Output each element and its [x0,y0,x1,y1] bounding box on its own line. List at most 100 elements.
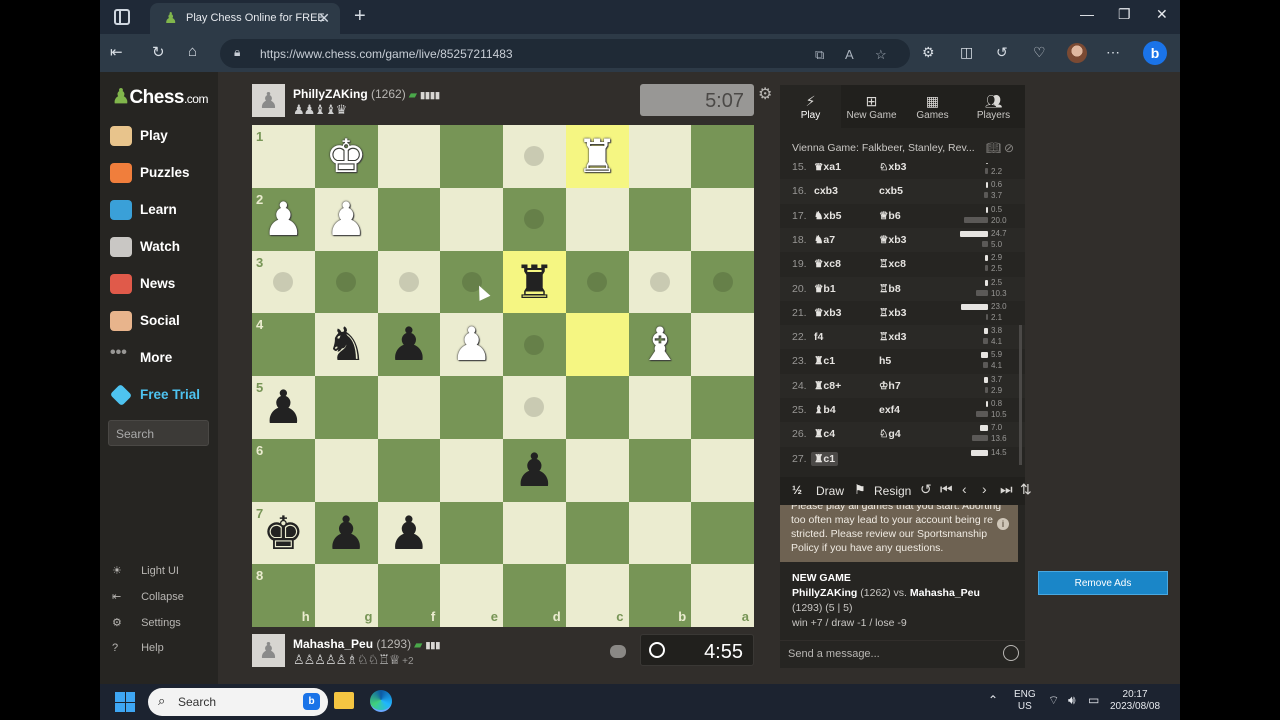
favorite-star-icon[interactable]: ☆ [875,47,887,63]
board-square[interactable] [314,250,378,314]
url-bar[interactable]: 🔒︎ https://www.chess.com/game/live/85257… [220,39,910,68]
black-move[interactable]: ♖b8 [879,283,901,295]
black-move[interactable]: ♘xb3 [879,163,907,173]
board-square[interactable]: ♟ [314,187,378,251]
extensions-icon[interactable]: ⚙ [922,44,935,61]
board-square[interactable]: ♟ [440,313,503,376]
board-square[interactable]: 5 ♟ [252,376,315,439]
board-square[interactable]: 4 [252,313,315,376]
board-square[interactable]: ♟ [314,501,378,565]
chess-piece[interactable]: ♜ [503,251,566,314]
new-tab-button[interactable]: + [354,5,366,28]
file-explorer-icon[interactable] [334,692,354,709]
board-square[interactable]: ♜ [565,125,629,188]
refresh-icon[interactable]: ↻ [152,43,165,61]
board-square[interactable]: 6 [252,438,315,502]
white-move[interactable]: ♜c1 [811,451,839,466]
black-move[interactable]: cxb5 [879,185,903,197]
board-square[interactable] [377,438,441,502]
board-square[interactable]: g [314,564,378,627]
chess-board[interactable]: 1 ♚ ♜ 2 ♟ ♟ 3 ♜ 4 ♞ ♟ ♟ ♝ 5 ♟ 6 ♟ 7 ♚ ♟ ♟ 8 h g f e d c b a [252,125,754,627]
light-ui-toggle[interactable]: ☀ Light UI [112,564,179,577]
move-hint-dot[interactable] [649,271,670,292]
windows-start-icon[interactable] [115,692,135,712]
edge-browser-icon[interactable] [370,690,392,712]
settings-link[interactable]: ⚙ Settings [112,616,181,629]
board-square[interactable] [565,501,629,565]
chess-piece[interactable]: ♟ [252,188,315,251]
board-square[interactable]: a [691,564,754,627]
board-square[interactable] [691,438,754,502]
nav-free-trial[interactable]: Free Trial [109,383,210,409]
black-move[interactable]: ♕b6 [879,210,901,222]
black-move[interactable]: ♔h7 [879,380,901,392]
board-square[interactable]: ♞ [314,313,378,376]
board-square[interactable]: 1 [252,125,315,188]
chat-bubble-icon[interactable] [610,645,626,658]
board-square[interactable] [440,438,503,502]
book-icon[interactable]: 📖︎ [986,141,1001,155]
read-aloud-icon[interactable]: A [845,47,854,62]
previous-move-icon[interactable]: ‹ [962,481,967,497]
bing-icon[interactable]: b [303,693,320,710]
board-square[interactable]: d [503,564,566,627]
board-square[interactable] [440,125,503,188]
chess-piece[interactable]: ♟ [503,439,566,502]
top-player-name-line[interactable]: PhillyZAKing (1262) ▰ ▮▮▮▮ [293,87,440,101]
board-settings-gear-icon[interactable]: ⚙ [758,84,772,104]
history-icon[interactable]: ↺ [996,44,1008,61]
board-square[interactable] [691,313,754,376]
move-hint-dot[interactable] [587,271,608,292]
move-hint-dot[interactable] [524,397,545,418]
board-square[interactable] [565,313,629,376]
board-square[interactable] [691,125,754,188]
resign-button[interactable]: Resign [874,484,911,498]
nav-learn[interactable]: Learn [110,198,210,224]
chess-logo[interactable]: ♟Chess.com [112,84,208,109]
wifi-icon[interactable]: ⌔ [1048,694,1059,706]
top-player-avatar[interactable]: ♟ [252,84,285,117]
chess-piece[interactable]: ♚ [252,502,315,565]
move-hint-dot[interactable] [712,271,733,292]
last-move-icon[interactable]: ⏭ [1000,481,1013,498]
board-square[interactable] [314,438,378,502]
next-move-icon[interactable]: › [982,481,987,497]
board-square[interactable] [503,313,566,376]
nav-news[interactable]: News [110,272,210,298]
tab-actions-icon[interactable] [114,9,130,25]
board-square[interactable] [691,187,754,251]
chat-message-input[interactable]: Send a message... [780,641,1025,668]
bottom-player-name-line[interactable]: Mahasha_Peu (1293) ▰ ▮▮▮ [293,637,440,651]
volume-icon[interactable]: 🔊︎ [1068,694,1076,706]
first-move-icon[interactable]: ⏮ [940,481,953,498]
taskbar-search-input[interactable]: ⌕ Search b [148,688,328,716]
chess-piece[interactable]: ♟ [378,313,441,376]
board-square[interactable] [691,501,754,565]
nav-social[interactable]: Social [110,309,210,335]
remove-ads-button[interactable]: Remove Ads [1038,571,1168,595]
move-hint-dot[interactable] [524,209,545,230]
board-square[interactable]: e [440,564,503,627]
performance-icon[interactable]: ♡ [1033,44,1046,61]
tab-games[interactable]: ▦ Games [902,85,963,128]
bing-copilot-icon[interactable]: b [1143,41,1167,65]
board-square[interactable] [691,250,754,314]
nav-more[interactable]: ••• More [110,344,210,372]
new-game-black[interactable]: Mahasha_Peu [910,587,980,599]
board-square[interactable] [565,438,629,502]
maximize-icon[interactable]: ❐ [1118,6,1131,23]
black-move[interactable]: h5 [879,355,891,367]
board-square[interactable]: b [628,564,692,627]
bottom-player-avatar[interactable]: ♟ [252,634,285,667]
board-square[interactable]: 2 ♟ [252,187,315,251]
chess-piece[interactable]: ♟ [378,502,441,565]
tab-players[interactable]: 👥︎ Players [963,85,1024,128]
black-move[interactable]: ♖xc8 [879,258,906,270]
board-square[interactable] [628,187,692,251]
board-square[interactable] [503,376,566,439]
board-square[interactable]: 7 ♚ [252,501,315,565]
white-move[interactable]: ♜c4 [814,428,835,440]
white-move[interactable]: ♛b1 [814,283,836,295]
home-icon[interactable]: ⌂ [188,43,197,60]
board-square[interactable]: ♟ [503,438,566,502]
